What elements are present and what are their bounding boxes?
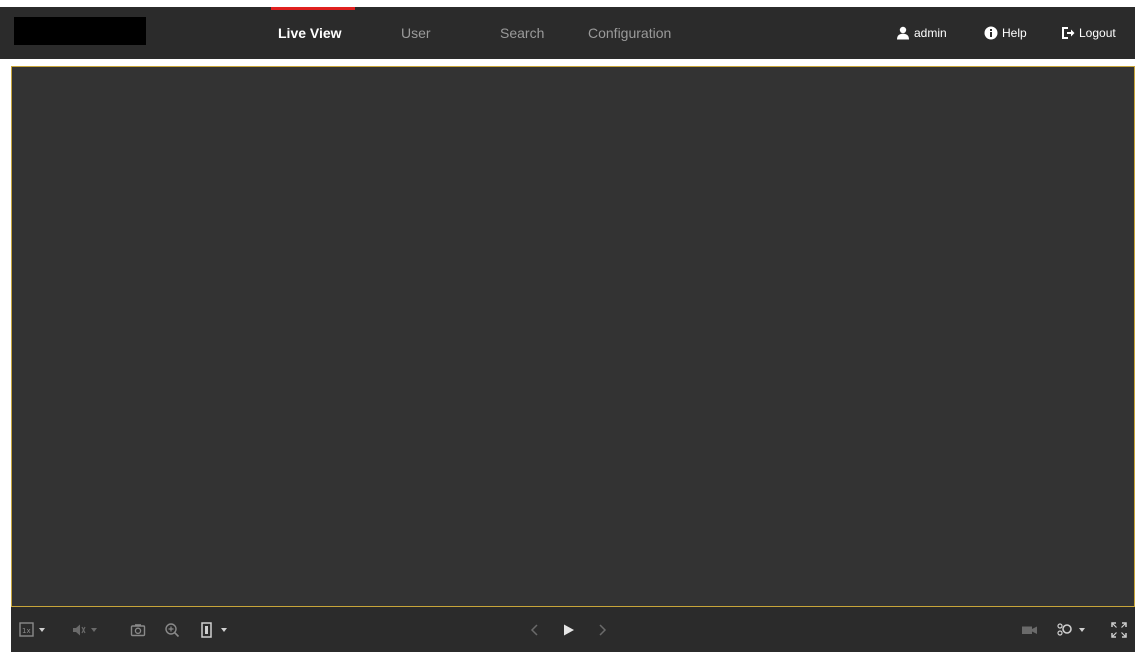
stream-icon [200, 621, 232, 639]
ptz-button[interactable] [1056, 620, 1090, 640]
live-view-window[interactable] [11, 66, 1135, 607]
fullscreen-icon [1110, 621, 1128, 639]
info-icon [984, 26, 998, 40]
ptz-icon [1056, 621, 1090, 639]
zoom-icon [164, 622, 180, 638]
tab-user[interactable]: User [401, 7, 431, 59]
logout-button[interactable]: Logout [1061, 7, 1116, 59]
user-icon [896, 26, 910, 40]
window-layout-icon: 1x [19, 622, 49, 638]
audio-button[interactable] [71, 620, 101, 640]
camera-icon [130, 622, 146, 638]
next-button[interactable] [596, 620, 608, 640]
svg-text:1x: 1x [22, 627, 31, 635]
play-icon [562, 622, 576, 638]
record-button[interactable] [1020, 620, 1040, 640]
user-name: admin [914, 26, 947, 40]
tab-configuration[interactable]: Configuration [588, 7, 671, 59]
volume-icon [71, 622, 101, 638]
capture-button[interactable] [130, 620, 146, 640]
fullscreen-button[interactable] [1110, 620, 1128, 640]
logout-icon [1061, 26, 1075, 40]
prev-button[interactable] [529, 620, 541, 640]
chevron-left-icon [529, 622, 541, 638]
stream-select-button[interactable] [200, 620, 232, 640]
logout-label: Logout [1079, 26, 1116, 40]
video-camera-icon [1020, 622, 1040, 638]
top-header-bar: Live View User Search Configuration admi… [0, 7, 1135, 59]
tab-live-view[interactable]: Live View [278, 7, 342, 59]
brand-logo [14, 17, 146, 45]
play-button[interactable] [562, 620, 576, 640]
window-layout-button[interactable]: 1x [19, 620, 49, 640]
tab-search[interactable]: Search [500, 7, 544, 59]
chevron-right-icon [596, 622, 608, 638]
bottom-toolbar: 1x [11, 607, 1135, 652]
digital-zoom-button[interactable] [164, 620, 180, 640]
user-menu[interactable]: admin [896, 7, 947, 59]
help-label: Help [1002, 26, 1027, 40]
help-button[interactable]: Help [984, 7, 1027, 59]
